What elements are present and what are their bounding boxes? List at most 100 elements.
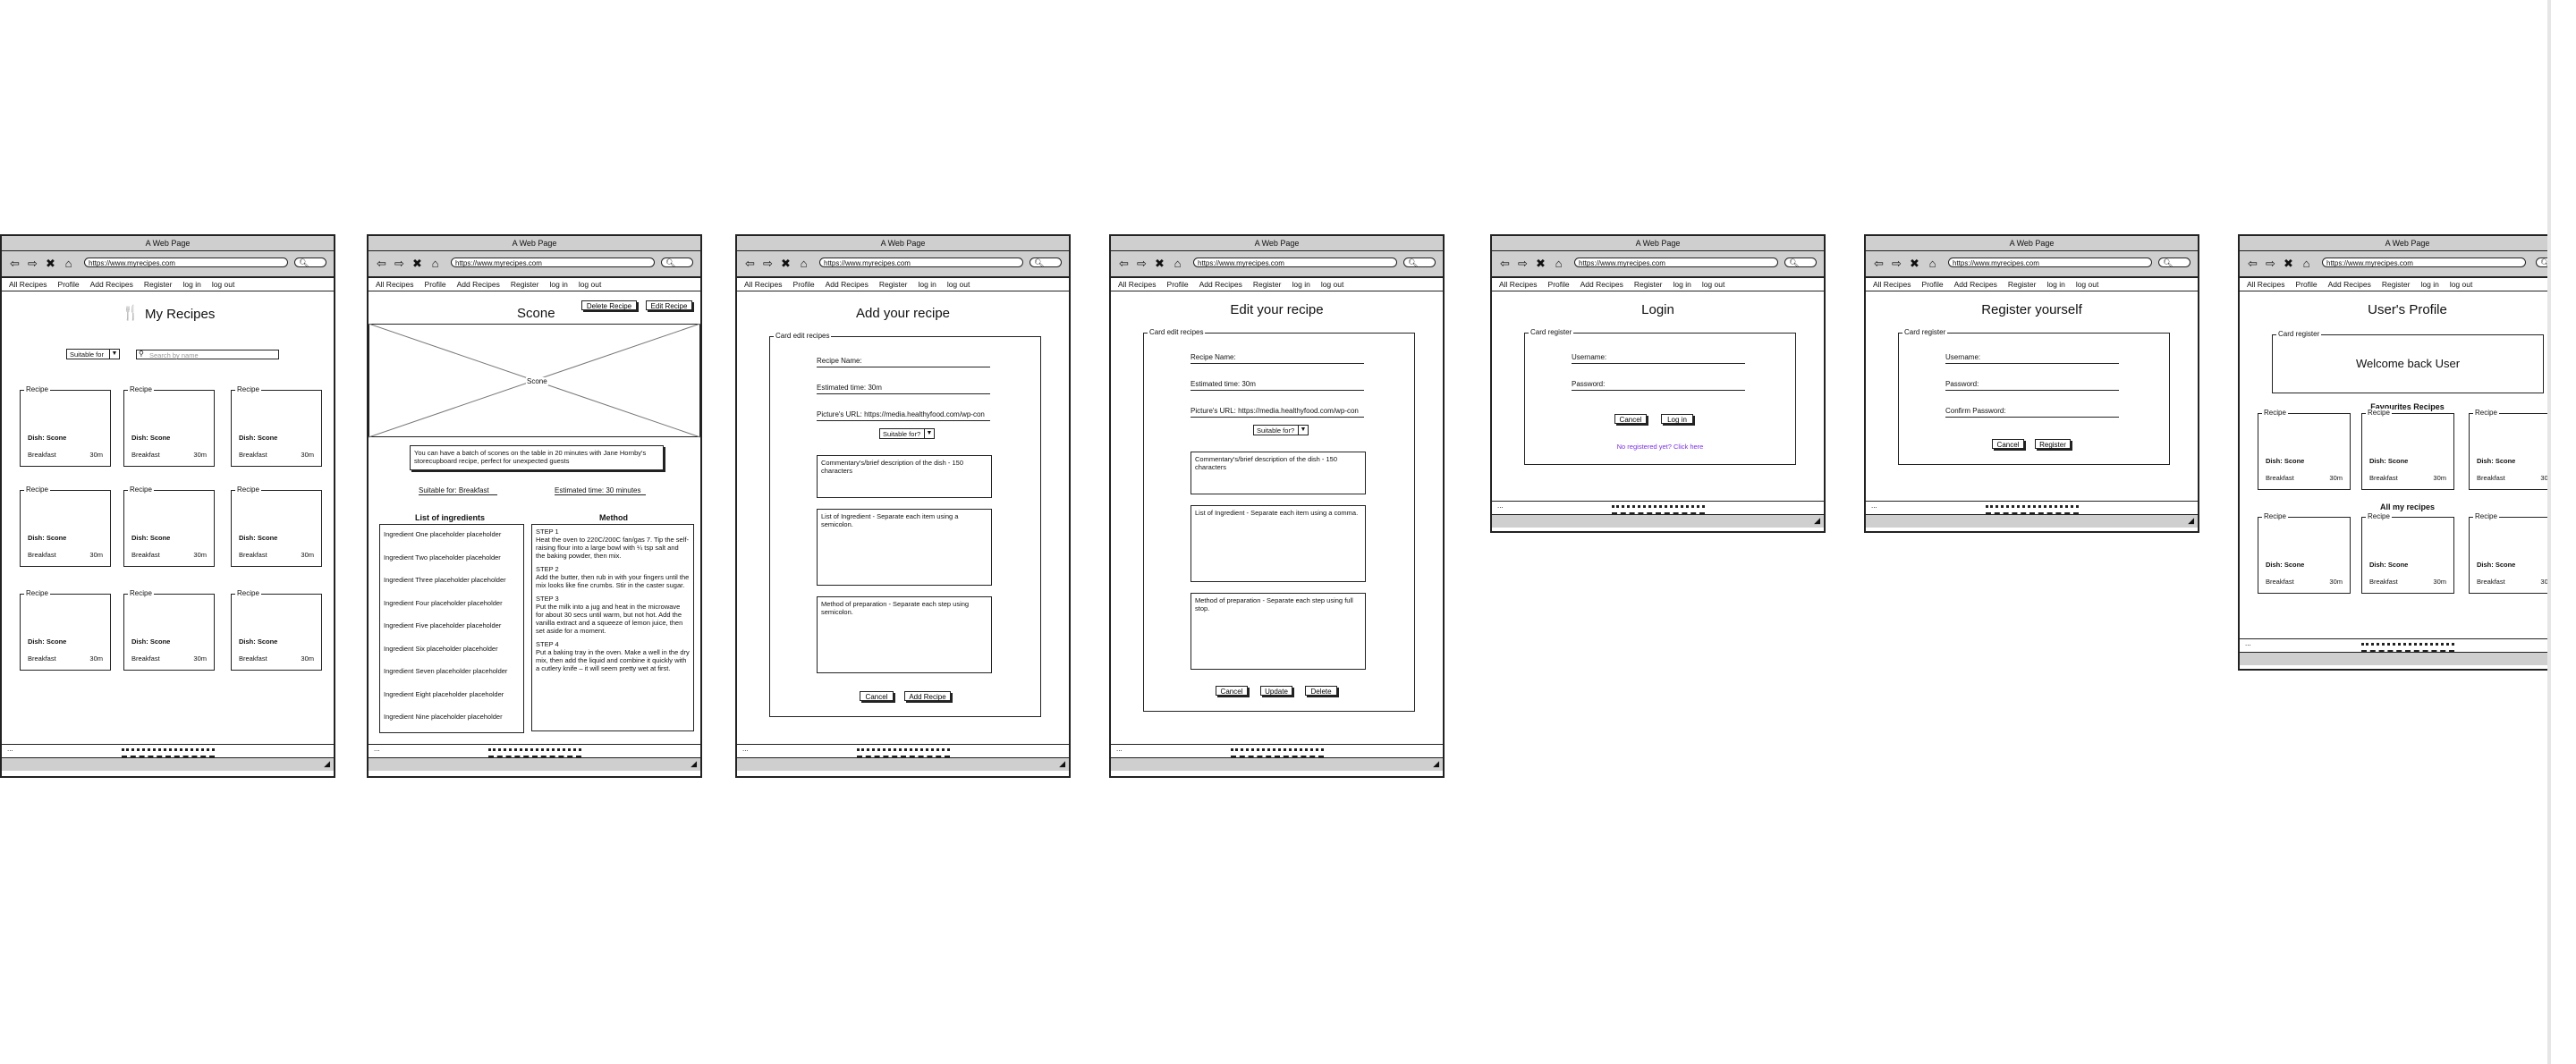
back-icon[interactable]: ⇦ — [7, 257, 22, 270]
home-icon[interactable]: ⌂ — [796, 257, 811, 270]
method-textarea[interactable]: Method of preparation - Separate each st… — [817, 596, 992, 673]
resize-grip-icon[interactable]: ◢ — [1059, 759, 1065, 769]
search-icon[interactable]: 🔍︎ — [2158, 258, 2190, 267]
menu-item-log-out[interactable]: log out — [2076, 278, 2099, 291]
url-input[interactable]: https://www.myrecipes.com — [2322, 258, 2526, 267]
menu-item-log-in[interactable]: log in — [549, 278, 567, 291]
menu-item-profile[interactable]: Profile — [1922, 278, 1944, 291]
home-icon[interactable]: ⌂ — [2299, 257, 2314, 270]
password-field[interactable]: Password: — [1945, 380, 2119, 391]
menu-item-all-recipes[interactable]: All Recipes — [1499, 278, 1538, 291]
search-icon[interactable]: 🔍︎ — [661, 258, 693, 267]
register-link[interactable]: No registered yet? Click here — [1525, 443, 1795, 451]
estimated-time-field[interactable]: Estimated time: 30m — [817, 384, 990, 394]
ingredients-textarea[interactable]: List of Ingredient - Separate each item … — [817, 509, 992, 586]
suitable-for-select[interactable]: Suitable for? ▼ — [1253, 425, 1309, 435]
menu-item-add-recipes[interactable]: Add Recipes — [1199, 278, 1242, 291]
cancel-button[interactable]: Cancel — [860, 691, 894, 701]
menu-item-add-recipes[interactable]: Add Recipes — [1580, 278, 1623, 291]
url-input[interactable]: https://www.myrecipes.com — [1948, 258, 2152, 267]
back-icon[interactable]: ⇦ — [742, 257, 758, 270]
back-icon[interactable]: ⇦ — [374, 257, 389, 270]
delete-recipe-button[interactable]: Delete Recipe — [581, 300, 637, 310]
menu-item-log-out[interactable]: log out — [2450, 278, 2473, 291]
forward-icon[interactable]: ⇨ — [25, 257, 40, 270]
url-input[interactable]: https://www.myrecipes.com — [1574, 258, 1778, 267]
menu-item-all-recipes[interactable]: All Recipes — [1873, 278, 1911, 291]
menu-item-all-recipes[interactable]: All Recipes — [2247, 278, 2285, 291]
resize-grip-icon[interactable]: ◢ — [1433, 759, 1439, 769]
commentary-textarea[interactable]: Commentary's/brief description of the di… — [1191, 452, 1366, 494]
resize-grip-icon[interactable]: ◢ — [324, 759, 330, 769]
recipe-card[interactable]: Recipe Dish: Scone Breakfast 30m — [123, 589, 215, 671]
recipe-card[interactable]: Recipe Dish: Scone Breakfast 30m — [231, 589, 322, 671]
menu-item-profile[interactable]: Profile — [1167, 278, 1189, 291]
search-icon[interactable]: 🔍︎ — [294, 258, 326, 267]
update-button[interactable]: Update — [1260, 686, 1292, 696]
cancel-button[interactable]: Cancel — [1992, 439, 2024, 449]
menu-item-all-recipes[interactable]: All Recipes — [744, 278, 783, 291]
estimated-time-field[interactable]: Estimated time: 30m — [1191, 380, 1364, 391]
recipe-card[interactable]: Recipe Dish: Scone Breakfast 30m — [123, 486, 215, 567]
menu-item-add-recipes[interactable]: Add Recipes — [2328, 278, 2371, 291]
close-icon[interactable]: ✖ — [1533, 257, 1548, 270]
username-field[interactable]: Username: — [1945, 353, 2119, 364]
menu-item-log-out[interactable]: log out — [947, 278, 970, 291]
recipe-card[interactable]: Recipe Dish: Scone Breakfast 30m — [20, 486, 111, 567]
close-icon[interactable]: ✖ — [1907, 257, 1922, 270]
menu-item-log-out[interactable]: log out — [212, 278, 235, 291]
forward-icon[interactable]: ⇨ — [1889, 257, 1904, 270]
recipe-name-field[interactable]: Recipe Name: — [817, 357, 990, 367]
menu-item-profile[interactable]: Profile — [793, 278, 815, 291]
forward-icon[interactable]: ⇨ — [1515, 257, 1530, 270]
url-input[interactable]: https://www.myrecipes.com — [84, 258, 288, 267]
forward-icon[interactable]: ⇨ — [2263, 257, 2278, 270]
menu-item-add-recipes[interactable]: Add Recipes — [90, 278, 133, 291]
close-icon[interactable]: ✖ — [1152, 257, 1167, 270]
menu-item-log-in[interactable]: log in — [2420, 278, 2438, 291]
menu-item-all-recipes[interactable]: All Recipes — [376, 278, 414, 291]
back-icon[interactable]: ⇦ — [1116, 257, 1131, 270]
menu-item-log-in[interactable]: log in — [1292, 278, 1309, 291]
recipe-card[interactable]: Recipe Dish: Scone Breakfast 30m — [2258, 409, 2351, 490]
recipe-card[interactable]: Recipe Dish: Scone Breakfast 30m — [2469, 512, 2547, 594]
home-icon[interactable]: ⌂ — [1170, 257, 1185, 270]
cancel-button[interactable]: Cancel — [1216, 686, 1248, 696]
menu-item-register[interactable]: Register — [1253, 278, 1282, 291]
password-field[interactable]: Password: — [1572, 380, 1745, 391]
recipe-card[interactable]: Recipe Dish: Scone Breakfast 30m — [2258, 512, 2351, 594]
picture-url-field[interactable]: Picture's URL: https://media.healthyfood… — [817, 410, 990, 421]
home-icon[interactable]: ⌂ — [61, 257, 76, 270]
menu-item-register[interactable]: Register — [144, 278, 173, 291]
resize-grip-icon[interactable]: ◢ — [691, 759, 697, 769]
menu-item-all-recipes[interactable]: All Recipes — [1118, 278, 1157, 291]
menu-item-log-out[interactable]: log out — [579, 278, 602, 291]
forward-icon[interactable]: ⇨ — [392, 257, 407, 270]
menu-item-register[interactable]: Register — [511, 278, 539, 291]
menu-item-log-in[interactable]: log in — [182, 278, 200, 291]
menu-item-add-recipes[interactable]: Add Recipes — [457, 278, 500, 291]
menu-item-add-recipes[interactable]: Add Recipes — [1954, 278, 1997, 291]
delete-button[interactable]: Delete — [1305, 686, 1337, 696]
url-input[interactable]: https://www.myrecipes.com — [1193, 258, 1397, 267]
forward-icon[interactable]: ⇨ — [760, 257, 775, 270]
url-input[interactable]: https://www.myrecipes.com — [819, 258, 1023, 267]
menu-item-log-out[interactable]: log out — [1702, 278, 1725, 291]
resize-grip-icon[interactable]: ◢ — [1814, 516, 1820, 526]
edit-recipe-button[interactable]: Edit Recipe — [646, 300, 692, 310]
recipe-card[interactable]: Recipe Dish: Scone Breakfast 30m — [2361, 512, 2454, 594]
method-textarea[interactable]: Method of preparation - Separate each st… — [1191, 593, 1366, 670]
home-icon[interactable]: ⌂ — [1925, 257, 1940, 270]
suitable-for-select[interactable]: Suitable for ▼ — [66, 349, 120, 359]
username-field[interactable]: Username: — [1572, 353, 1745, 364]
back-icon[interactable]: ⇦ — [1497, 257, 1513, 270]
menu-item-all-recipes[interactable]: All Recipes — [9, 278, 47, 291]
menu-item-log-in[interactable]: log in — [918, 278, 936, 291]
menu-item-add-recipes[interactable]: Add Recipes — [826, 278, 869, 291]
register-button[interactable]: Register — [2035, 439, 2071, 449]
search-icon[interactable]: 🔍︎ — [1784, 258, 1817, 267]
recipe-card[interactable]: Recipe Dish: Scone Breakfast 30m — [231, 385, 322, 467]
recipe-card[interactable]: Recipe Dish: Scone Breakfast 30m — [2469, 409, 2547, 490]
page-scrollbar[interactable] — [2547, 0, 2551, 1064]
menu-item-register[interactable]: Register — [2382, 278, 2411, 291]
